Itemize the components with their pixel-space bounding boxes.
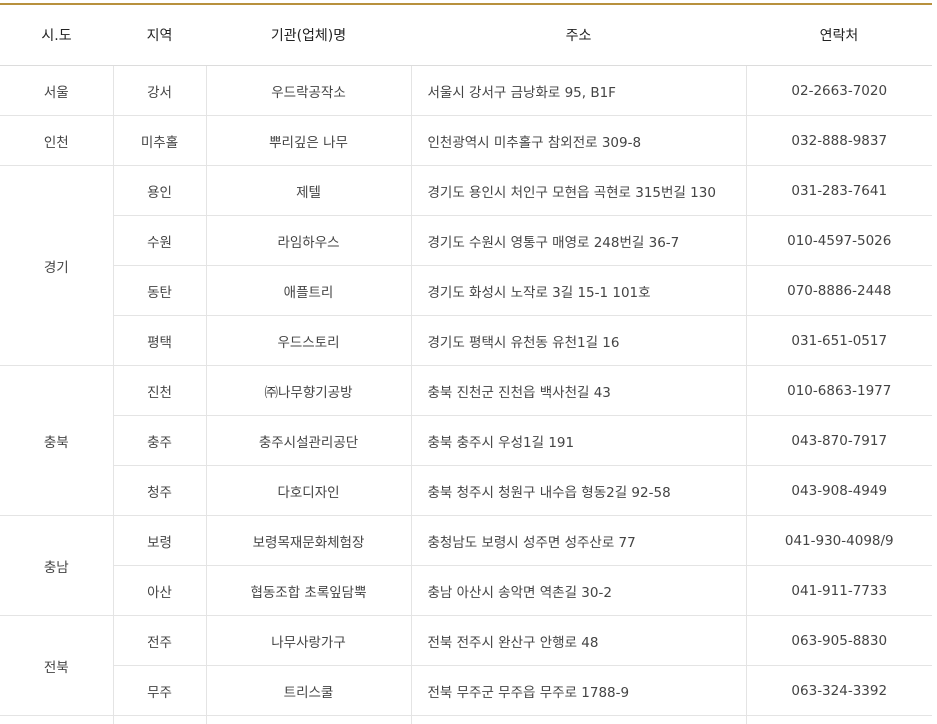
cell-area: 보령 — [113, 515, 207, 566]
cell-org-name: 다호디자인 — [206, 465, 412, 516]
cell-org-name: 협동조합 초록잎담뿍 — [206, 565, 412, 616]
cell-contact: 043-908-4949 — [746, 465, 932, 516]
table-row: 경기 용인 제텔 경기도 용인시 처인구 모현읍 곡현로 315번길 130 031-2… — [0, 165, 932, 366]
header-area: 지역 — [113, 4, 206, 66]
cell-contact: 041-930-4098/9 — [746, 515, 932, 566]
cell-contact: 031-283-7641 — [746, 165, 932, 216]
cell-contact: 031-651-0517 — [746, 315, 932, 366]
cell-empty — [0, 715, 114, 724]
cell-contact: 032-888-9837 — [746, 115, 932, 166]
table-row: 충북 진천 ㈜나무향기공방 충북 진천군 진천읍 백사천길 43 010-6863-19… — [0, 365, 932, 516]
cell-area: 수원 — [113, 215, 207, 266]
cell-org-name: 트리스쿨 — [206, 665, 412, 716]
cell-address: 인천광역시 미추홀구 참외전로 309-8 — [411, 115, 747, 166]
cell-address: 전북 무주군 무주읍 무주로 1788-9 — [411, 665, 747, 716]
cell-area: 청주 — [113, 465, 207, 516]
cell-org-name: 보령목재문화체험장 — [206, 515, 412, 566]
cell-contact: 010-4597-5026 — [746, 215, 932, 266]
cell-contact: 010-6863-1977 — [746, 365, 932, 416]
cell-org-name: 충주시설관리공단 — [206, 415, 412, 466]
cell-contact: 041-911-7733 — [746, 565, 932, 616]
cell-contact: 070-8886-2448 — [746, 265, 932, 316]
cell-address: 충남 아산시 송악면 역촌길 30-2 — [411, 565, 747, 616]
table-row: 인천 미추홀 뿌리깊은 나무 인천광역시 미추홀구 참외전로 309-8 032-888… — [0, 115, 932, 166]
cell-empty — [746, 715, 932, 724]
cell-contact: 063-324-3392 — [746, 665, 932, 716]
table-row: 무주 트리스쿨 전북 무주군 무주읍 무주로 1788-9 063-324-3392 — [0, 665, 932, 716]
cell-province: 전북 — [0, 615, 114, 716]
table-row: 평택 우드스토리 경기도 평택시 유천동 유천1길 16 031-651-0517 — [0, 315, 932, 366]
cell-province: 충북 — [0, 365, 114, 516]
partner-table: 시.도 지역 기관(업체)명 주소 연락처 서울 강서 우드락공작소 서울시 강서구 … — [0, 3, 932, 724]
cell-org-name: 제텔 — [206, 165, 412, 216]
table-body: 서울 강서 우드락공작소 서울시 강서구 금낭화로 95, B1F 02-2663-70… — [0, 65, 932, 724]
table-row: 동탄 애플트리 경기도 화성시 노작로 3길 15-1 101호 070-8886-2… — [0, 265, 932, 316]
cell-empty — [113, 715, 207, 724]
table-row: 서울 강서 우드락공작소 서울시 강서구 금낭화로 95, B1F 02-2663-70… — [0, 65, 932, 116]
table-row — [0, 715, 932, 724]
cell-area: 아산 — [113, 565, 207, 616]
cell-address: 충북 청주시 청원구 내수읍 형동2길 92-58 — [411, 465, 747, 516]
cell-address: 충청남도 보령시 성주면 성주산로 77 — [411, 515, 747, 566]
cell-area: 강서 — [113, 65, 207, 116]
cell-province: 충남 — [0, 515, 114, 616]
cell-org-name: 애플트리 — [206, 265, 412, 316]
cell-org-name: 우드스토리 — [206, 315, 412, 366]
cell-address: 경기도 화성시 노작로 3길 15-1 101호 — [411, 265, 747, 316]
cell-area: 무주 — [113, 665, 207, 716]
cell-area: 평택 — [113, 315, 207, 366]
cell-contact: 02-2663-7020 — [746, 65, 932, 116]
cell-area: 충주 — [113, 415, 207, 466]
cell-area: 동탄 — [113, 265, 207, 316]
cell-address: 경기도 수원시 영통구 매영로 248번길 36-7 — [411, 215, 747, 266]
table-row: 청주 다호디자인 충북 청주시 청원구 내수읍 형동2길 92-58 043-908-… — [0, 465, 932, 516]
cell-org-name: ㈜나무향기공방 — [206, 365, 412, 416]
cell-address: 충북 진천군 진천읍 백사천길 43 — [411, 365, 747, 416]
cell-area: 미추홀 — [113, 115, 207, 166]
table-row: 전북 전주 나무사랑가구 전북 전주시 완산구 안행로 48 063-905-8830 — [0, 615, 932, 716]
cell-area: 전주 — [113, 615, 207, 666]
cell-province: 경기 — [0, 165, 114, 366]
cell-address: 경기도 용인시 처인구 모현읍 곡현로 315번길 130 — [411, 165, 747, 216]
cell-org-name: 라임하우스 — [206, 215, 412, 266]
table-container: 시.도 지역 기관(업체)명 주소 연락처 서울 강서 우드락공작소 서울시 강서구 … — [0, 0, 932, 724]
header-address: 주소 — [411, 4, 746, 66]
cell-address: 서울시 강서구 금낭화로 95, B1F — [411, 65, 747, 116]
cell-contact: 063-905-8830 — [746, 615, 932, 666]
table-header-row: 시.도 지역 기관(업체)명 주소 연락처 — [0, 4, 932, 66]
table-row: 충남 보령 보령목재문화체험장 충청남도 보령시 성주면 성주산로 77 041-930… — [0, 515, 932, 616]
cell-area: 진천 — [113, 365, 207, 416]
table-row: 아산 협동조합 초록잎담뿍 충남 아산시 송악면 역촌길 30-2 041-911-7… — [0, 565, 932, 616]
cell-org-name: 우드락공작소 — [206, 65, 412, 116]
cell-address: 충북 충주시 우성1길 191 — [411, 415, 747, 466]
cell-contact: 043-870-7917 — [746, 415, 932, 466]
header-org-name: 기관(업체)명 — [206, 4, 411, 66]
cell-empty — [411, 715, 747, 724]
header-province: 시.도 — [0, 4, 113, 66]
header-contact: 연락처 — [746, 4, 932, 66]
table-row: 충주 충주시설관리공단 충북 충주시 우성1길 191 043-870-7917 — [0, 415, 932, 466]
cell-org-name: 나무사랑가구 — [206, 615, 412, 666]
table-row: 수원 라임하우스 경기도 수원시 영통구 매영로 248번길 36-7 010-459… — [0, 215, 932, 266]
cell-province: 서울 — [0, 65, 114, 116]
cell-area: 용인 — [113, 165, 207, 216]
cell-address: 전북 전주시 완산구 안행로 48 — [411, 615, 747, 666]
cell-address: 경기도 평택시 유천동 유천1길 16 — [411, 315, 747, 366]
cell-province: 인천 — [0, 115, 114, 166]
cell-empty — [206, 715, 412, 724]
cell-org-name: 뿌리깊은 나무 — [206, 115, 412, 166]
